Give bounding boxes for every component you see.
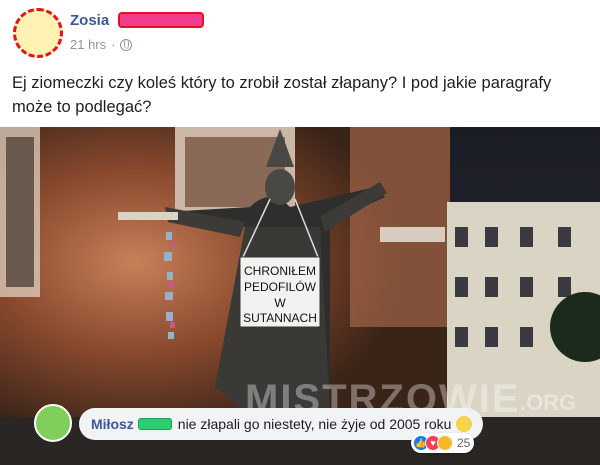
globe-icon[interactable] xyxy=(120,38,133,51)
reaction-count: 25 xyxy=(457,436,471,450)
post-header: Zosia 21 hrs · xyxy=(0,0,600,62)
sign-line-2: PEDOFILÓW xyxy=(244,279,317,294)
comment-reactions[interactable]: 👍 ♥ 25 xyxy=(411,433,475,453)
meta-separator: · xyxy=(111,37,116,52)
redacted-surname xyxy=(137,418,172,430)
post-author-name[interactable]: Zosia xyxy=(70,12,109,29)
sign-line-3: W xyxy=(274,296,286,310)
author-avatar[interactable] xyxy=(13,8,63,58)
emoji-icon xyxy=(456,416,473,432)
comment-author[interactable]: Miłosz xyxy=(91,416,134,432)
sign-line-1: CHRONIŁEM xyxy=(244,264,316,278)
watermark-domain: .ORG xyxy=(520,390,576,415)
comment-text: nie złapali go niestety, nie żyje od 200… xyxy=(177,416,452,432)
sign-line-4: SUTANNACH xyxy=(243,311,317,325)
haha-reaction-icon xyxy=(437,435,453,451)
post-meta: 21 hrs · xyxy=(70,37,133,52)
post-time[interactable]: 21 hrs xyxy=(70,37,106,52)
post-text: Ej ziomeczki czy koleś który to zrobił z… xyxy=(12,74,552,116)
commenter-avatar[interactable] xyxy=(34,404,72,442)
redacted-surname xyxy=(118,12,204,28)
